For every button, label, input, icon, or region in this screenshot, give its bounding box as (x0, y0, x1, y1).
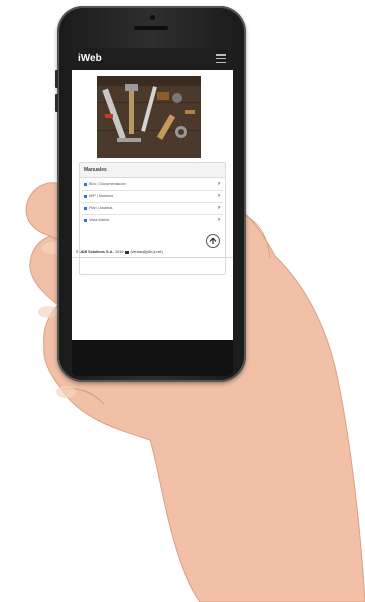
phone-bottom-bezel (72, 340, 233, 376)
chevron-right-icon: › (218, 193, 220, 199)
list-item[interactable]: Bloc | Documentación › (82, 179, 223, 191)
list-item-label: Vista Admin. (89, 218, 111, 222)
document-icon (84, 219, 87, 222)
speaker-grille (134, 26, 168, 30)
list-item-label: Bloc | Documentación (89, 182, 126, 186)
document-icon (84, 183, 87, 186)
brand-logo[interactable]: iWeb (78, 53, 102, 64)
document-icon (84, 207, 87, 210)
manuals-panel: Manuales Bloc | Documentación › MIP | Mo… (79, 162, 226, 275)
volume-button (55, 70, 58, 88)
scroll-to-top-button[interactable] (206, 234, 220, 248)
phone-screen: iWeb Manuales Bloc | Documentación › MIP… (72, 48, 233, 340)
chevron-right-icon: › (218, 217, 220, 223)
panel-title: Manuales (80, 163, 225, 178)
chevron-right-icon: › (218, 205, 220, 211)
hamburger-icon[interactable] (216, 54, 226, 63)
footer-email-link[interactable]: (ventas@ji&b-ji.net) (130, 250, 162, 254)
list-item[interactable]: Vista Admin. › (82, 215, 223, 226)
footer-divider (72, 257, 233, 258)
navbar: iWeb (72, 48, 233, 70)
document-icon (84, 195, 87, 198)
footer-year: , 2019 (113, 250, 124, 254)
list-item[interactable]: Plan | Análisis › (82, 203, 223, 215)
volume-button (55, 94, 58, 112)
hero-image-tools (97, 76, 201, 158)
front-camera-icon (150, 15, 155, 20)
list-item-label: MIP | Modelos (89, 194, 114, 198)
chevron-right-icon: › (218, 181, 220, 187)
footer: © J&B Solutions S.A., 2019 (ventas@ji&b-… (76, 250, 231, 256)
footer-company: © J&B Solutions S.A. (76, 250, 114, 254)
mail-icon (125, 250, 130, 254)
list-item-label: Plan | Análisis (89, 206, 113, 210)
arrow-up-icon (209, 237, 217, 244)
list-item[interactable]: MIP | Modelos › (82, 191, 223, 203)
